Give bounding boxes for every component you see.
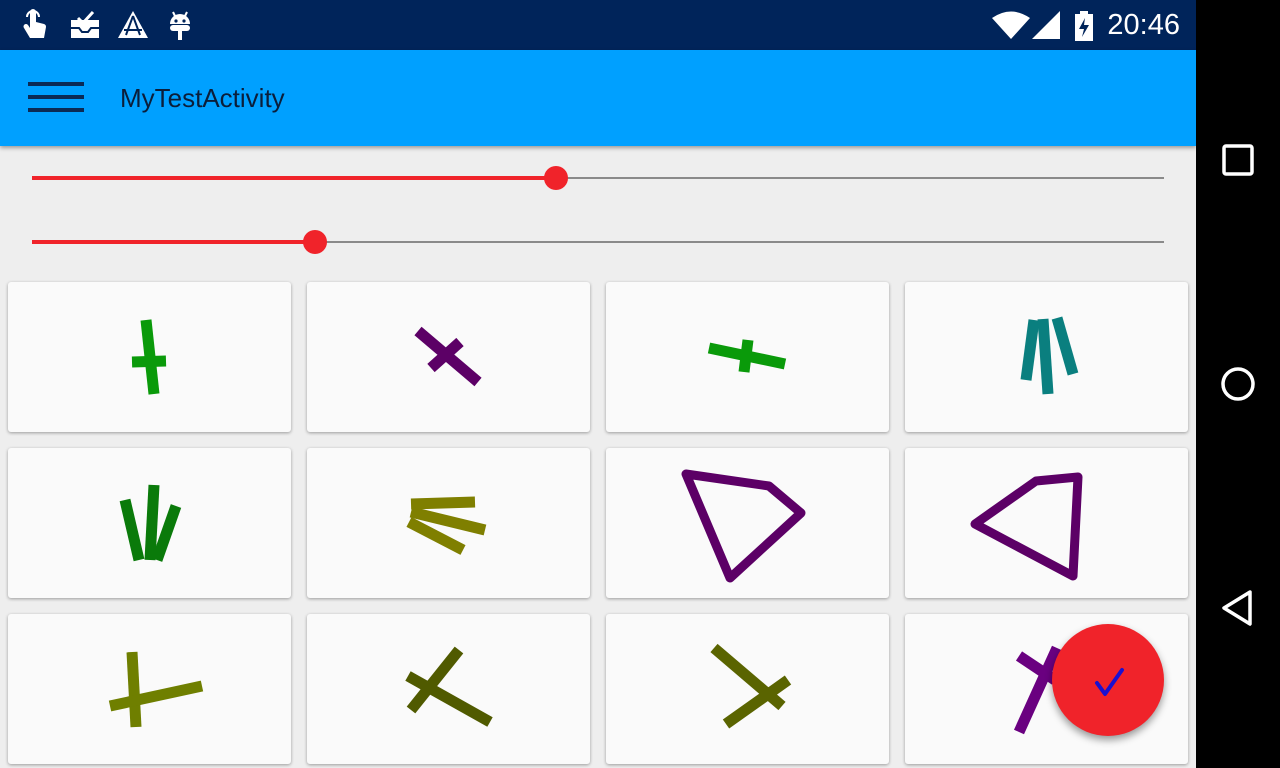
gesture-shape (405, 646, 493, 727)
gesture-shape (108, 651, 204, 728)
slider-fill (32, 240, 315, 244)
gesture-shape (414, 326, 482, 387)
back-button[interactable] (1210, 580, 1266, 636)
gesture-card[interactable] (307, 614, 590, 764)
inbox-icon (71, 10, 99, 38)
gesture-shape (406, 496, 487, 555)
touch-icon (23, 9, 47, 38)
toolbar-title: MyTestActivity (120, 83, 285, 113)
gesture-card[interactable] (8, 282, 291, 432)
gesture-card[interactable] (905, 448, 1188, 598)
home-button[interactable] (1210, 356, 1266, 412)
confirm-fab-button[interactable] (1052, 624, 1164, 736)
gesture-shape (970, 472, 1083, 581)
hamburger-menu-icon[interactable] (28, 82, 84, 114)
navigation-bar (1196, 0, 1280, 768)
gesture-card[interactable] (606, 448, 889, 598)
status-bar: 20:46 (0, 0, 1196, 50)
slider-2[interactable] (32, 222, 1164, 262)
slider-thumb[interactable] (303, 230, 327, 254)
android-icon (170, 11, 190, 40)
gesture-shape (1020, 316, 1079, 395)
gesture-shape (681, 469, 806, 583)
gesture-card[interactable] (8, 614, 291, 764)
gesture-card[interactable] (307, 282, 590, 432)
check-icon (1095, 668, 1124, 696)
signal-icon (1032, 11, 1060, 39)
wifi-icon (992, 11, 1030, 39)
gesture-card[interactable] (905, 282, 1188, 432)
app-toolbar: MyTestActivity (0, 50, 1196, 146)
slider-fill (32, 176, 557, 180)
gesture-card[interactable] (307, 448, 590, 598)
gesture-shape (119, 484, 182, 562)
gesture-shape (707, 339, 787, 373)
warning-icon (118, 11, 148, 38)
status-clock: 20:46 (1107, 9, 1180, 41)
gesture-card[interactable] (606, 282, 889, 432)
recents-button[interactable] (1210, 132, 1266, 188)
battery-charging-icon (1075, 11, 1093, 41)
gesture-card[interactable] (8, 448, 291, 598)
slider-1[interactable] (32, 158, 1164, 198)
slider-thumb[interactable] (544, 166, 569, 190)
gesture-card[interactable] (606, 614, 889, 764)
gesture-shape (131, 319, 167, 395)
app-screen: 20:46 MyTestActivity (0, 0, 1196, 768)
gesture-shape (710, 643, 792, 729)
